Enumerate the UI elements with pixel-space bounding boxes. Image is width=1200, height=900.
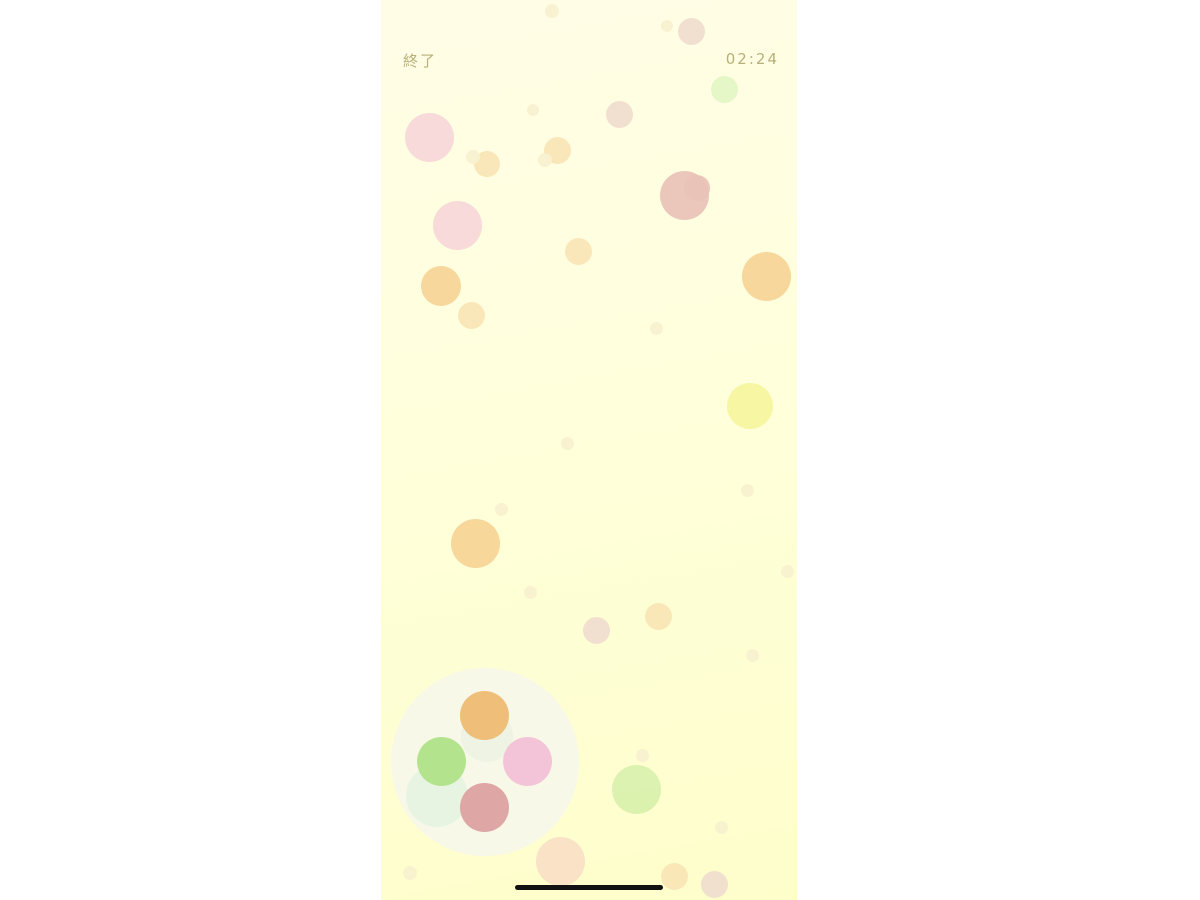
floating-bubble bbox=[715, 821, 728, 834]
timer: 02:24 bbox=[725, 50, 779, 68]
floating-bubble bbox=[405, 113, 454, 162]
floating-bubble bbox=[645, 603, 672, 630]
floating-bubble bbox=[678, 18, 705, 45]
palette-orange-button[interactable] bbox=[460, 691, 509, 740]
floating-bubble bbox=[684, 175, 710, 201]
floating-bubble bbox=[433, 201, 482, 250]
floating-bubble bbox=[742, 252, 791, 301]
floating-bubble bbox=[583, 617, 610, 644]
floating-bubble bbox=[746, 649, 759, 662]
quit-button[interactable]: 終了 bbox=[403, 50, 437, 71]
floating-bubble bbox=[781, 565, 794, 578]
floating-bubble bbox=[661, 20, 673, 32]
floating-bubble bbox=[612, 765, 661, 814]
game-screen[interactable]: 終了 02:24 bbox=[381, 0, 797, 900]
color-palette bbox=[391, 668, 579, 856]
floating-bubble bbox=[711, 76, 738, 103]
floating-bubble bbox=[606, 101, 633, 128]
home-indicator bbox=[515, 885, 663, 890]
floating-bubble bbox=[545, 4, 559, 18]
floating-bubble bbox=[451, 519, 500, 568]
floating-bubble bbox=[636, 749, 649, 762]
floating-bubble bbox=[561, 437, 574, 450]
floating-bubble bbox=[727, 383, 773, 429]
palette-pink-button[interactable] bbox=[503, 737, 552, 786]
floating-bubble bbox=[458, 302, 485, 329]
floating-bubble bbox=[538, 153, 552, 167]
floating-bubble bbox=[565, 238, 592, 265]
floating-bubble bbox=[650, 322, 663, 335]
floating-bubble bbox=[466, 150, 480, 164]
floating-bubble bbox=[421, 266, 461, 306]
palette-red-button[interactable] bbox=[460, 783, 509, 832]
floating-bubble bbox=[701, 871, 728, 898]
floating-bubble bbox=[741, 484, 754, 497]
floating-bubble bbox=[536, 837, 585, 886]
floating-bubble bbox=[524, 586, 537, 599]
floating-bubble bbox=[661, 863, 688, 890]
floating-bubble bbox=[403, 866, 417, 880]
floating-bubble bbox=[527, 104, 539, 116]
palette-green-button[interactable] bbox=[417, 737, 466, 786]
floating-bubble bbox=[495, 503, 508, 516]
